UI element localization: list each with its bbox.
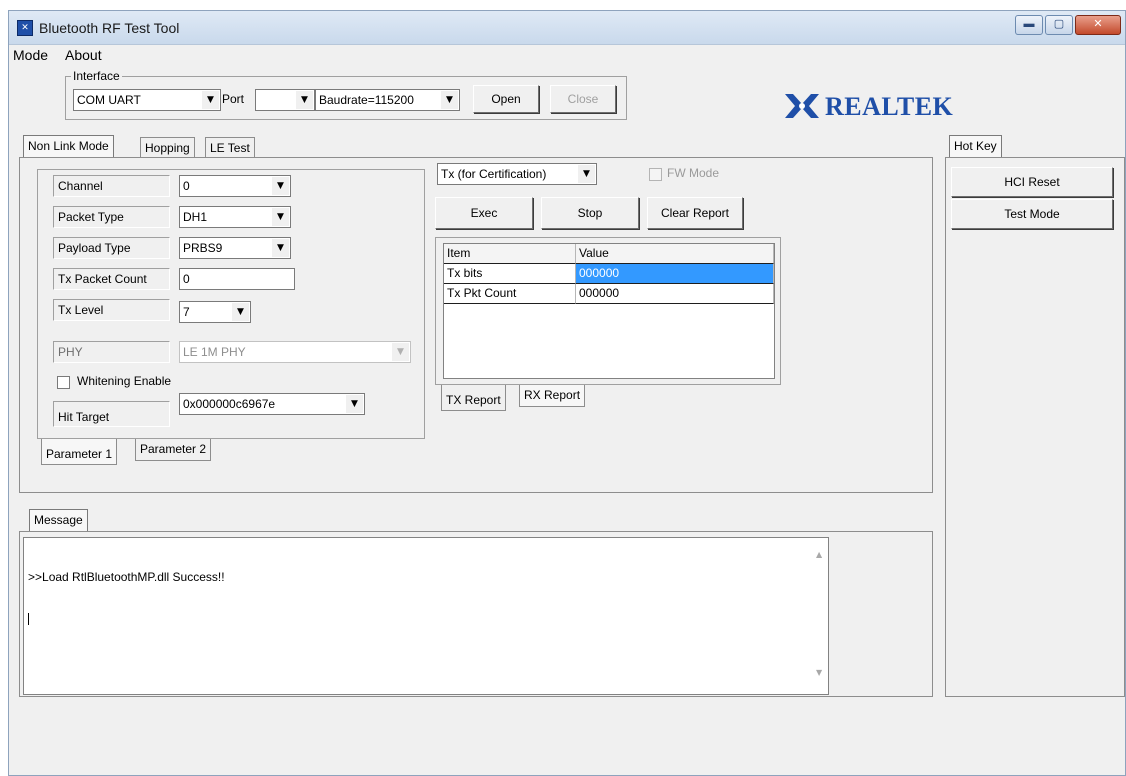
realtek-logo-text: REALTEK: [825, 92, 954, 121]
phy-label: PHY: [53, 341, 170, 363]
app-window: ✕ Bluetooth RF Test Tool ▬ ▢ ✕ Mode Abou…: [8, 10, 1126, 776]
window-title: Bluetooth RF Test Tool: [39, 20, 180, 36]
realtek-logo-icon: [785, 94, 819, 118]
hit-target-label: Hit Target: [53, 401, 170, 427]
chevron-down-icon: ▼: [272, 208, 289, 226]
fw-mode-checkbox[interactable]: [649, 168, 662, 181]
tx-level-select[interactable]: 7 ▼: [179, 301, 251, 323]
tab-hopping[interactable]: Hopping: [140, 137, 195, 159]
scroll-down-icon[interactable]: ▼: [816, 668, 822, 677]
message-log[interactable]: >>Load RtlBluetoothMP.dll Success!! ▲ ▼: [23, 537, 829, 695]
open-button[interactable]: Open: [473, 85, 539, 113]
payload-type-value: PRBS9: [183, 241, 223, 255]
packet-type-value: DH1: [183, 210, 208, 224]
test-mode-value: Tx (for Certification): [441, 167, 547, 181]
report-row-item[interactable]: Tx Pkt Count: [444, 284, 576, 304]
title-bar: ✕ Bluetooth RF Test Tool ▬ ▢ ✕: [9, 11, 1125, 45]
chevron-down-icon: ▼: [296, 91, 313, 109]
interface-legend: Interface: [71, 69, 122, 83]
tab-tx-report[interactable]: TX Report: [441, 385, 506, 411]
channel-select[interactable]: 0 ▼: [179, 175, 291, 197]
chevron-down-icon: ▼: [578, 165, 595, 183]
chevron-down-icon: ▼: [272, 177, 289, 195]
report-row-value[interactable]: 000000: [576, 264, 774, 284]
tx-level-label: Tx Level: [53, 299, 170, 321]
exec-button[interactable]: Exec: [435, 197, 533, 229]
test-mode-select[interactable]: Tx (for Certification) ▼: [437, 163, 597, 185]
maximize-button[interactable]: ▢: [1045, 15, 1073, 35]
hci-reset-button[interactable]: HCI Reset: [951, 167, 1113, 197]
hit-target-select[interactable]: 0x000000c6967e ▼: [179, 393, 365, 415]
tab-le-test[interactable]: LE Test: [205, 137, 255, 159]
channel-label: Channel: [53, 175, 170, 197]
port-select[interactable]: ▼: [255, 89, 315, 111]
report-row-item[interactable]: Tx bits: [444, 264, 576, 284]
tab-rx-report[interactable]: RX Report: [519, 385, 586, 407]
tx-packet-count-label: Tx Packet Count: [53, 268, 170, 290]
hotkey-panel: [945, 157, 1125, 697]
chevron-down-icon: ▼: [232, 303, 249, 321]
report-header-item[interactable]: Item: [444, 244, 576, 264]
chevron-down-icon: ▼: [346, 395, 363, 413]
chevron-down-icon: ▼: [392, 343, 409, 361]
menu-mode[interactable]: Mode: [13, 47, 48, 63]
tx-packet-count-input[interactable]: 0: [179, 268, 295, 290]
report-header-value[interactable]: Value: [576, 244, 774, 264]
tab-hot-key[interactable]: Hot Key: [949, 135, 1002, 157]
phy-value: LE 1M PHY: [183, 345, 246, 359]
message-log-line: >>Load RtlBluetoothMP.dll Success!!: [28, 570, 225, 584]
port-label: Port: [222, 92, 245, 106]
packet-type-select[interactable]: DH1 ▼: [179, 206, 291, 228]
menu-about[interactable]: About: [65, 47, 102, 63]
scroll-up-icon[interactable]: ▲: [816, 550, 822, 559]
tab-parameter-1[interactable]: Parameter 1: [41, 439, 118, 465]
interface-type-value: COM UART: [77, 93, 141, 107]
close-window-button[interactable]: ✕: [1075, 15, 1121, 35]
hit-target-value: 0x000000c6967e: [183, 397, 276, 411]
menu-bar: Mode About: [9, 45, 1125, 67]
channel-value: 0: [183, 179, 190, 193]
phy-select[interactable]: LE 1M PHY ▼: [179, 341, 411, 363]
stop-button[interactable]: Stop: [541, 197, 639, 229]
report-row-value[interactable]: 000000: [576, 284, 774, 304]
packet-type-label: Packet Type: [53, 206, 170, 228]
clear-report-button[interactable]: Clear Report: [647, 197, 743, 229]
chevron-down-icon: ▼: [202, 91, 219, 109]
baudrate-select[interactable]: Baudrate=115200 ▼: [315, 89, 460, 111]
payload-type-select[interactable]: PRBS9 ▼: [179, 237, 291, 259]
realtek-logo: REALTEK: [781, 86, 961, 126]
chevron-down-icon: ▼: [441, 91, 458, 109]
payload-type-label: Payload Type: [53, 237, 170, 259]
tab-non-link-mode[interactable]: Non Link Mode: [23, 135, 114, 157]
report-table: Item Value Tx bits 000000 Tx Pkt Count 0…: [443, 243, 775, 379]
app-icon: ✕: [17, 20, 33, 36]
test-mode-button[interactable]: Test Mode: [951, 199, 1113, 229]
tab-parameter-2[interactable]: Parameter 2: [135, 439, 212, 461]
chevron-down-icon: ▼: [272, 239, 289, 257]
text-cursor: [28, 613, 29, 625]
baudrate-value: Baudrate=115200: [319, 93, 414, 107]
whitening-enable-checkbox[interactable]: [57, 376, 70, 389]
whitening-enable-label: Whitening Enable: [77, 374, 172, 388]
minimize-button[interactable]: ▬: [1015, 15, 1043, 35]
tab-message[interactable]: Message: [29, 509, 88, 531]
tx-level-value: 7: [183, 305, 190, 319]
close-button[interactable]: Close: [550, 85, 616, 113]
fw-mode-label: FW Mode: [667, 166, 720, 180]
interface-type-select[interactable]: COM UART ▼: [73, 89, 221, 111]
